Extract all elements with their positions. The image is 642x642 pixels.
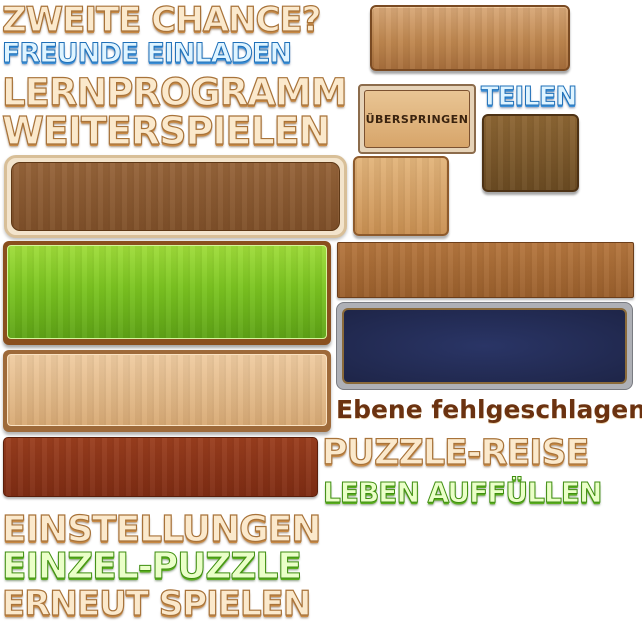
wood-strip [337,242,634,298]
wood-square-dark [482,114,579,192]
label-continue-playing: WEITERSPIELEN [1,109,331,153]
green-wood-panel-inner [7,245,327,339]
wood-panel-light [370,5,570,71]
label-level-failed: Ebene fehlgeschlagen [336,395,642,424]
label-single-puzzle: EINZEL-PUZZLE [1,546,302,587]
beige-wood-panel-inner [7,354,327,426]
cherry-wood-bar [3,437,318,497]
skip-button-label: ÜBERSPRINGEN [364,90,470,148]
green-wood-panel [3,241,331,345]
navy-felt-panel [336,302,633,390]
label-invite-friends: FREUNDE EINLADEN [1,38,292,69]
beige-wood-panel [3,350,331,432]
wood-square-light [353,156,449,236]
label-refill-lives: LEBEN AUFFÜLLEN [322,476,602,509]
label-tutorial: LERNPROGRAMM [1,71,348,114]
label-play-again: ERNEUT SPIELEN [1,584,312,624]
wood-bar-wide [4,155,347,238]
label-puzzle-journey: PUZZLE-REISE [321,433,590,473]
navy-felt-panel-inner [342,308,627,384]
wood-bar-wide-inner [11,162,340,231]
label-second-chance: ZWEITE CHANCE? [1,0,322,40]
label-settings: EINSTELLUNGEN [1,509,322,550]
skip-button[interactable]: ÜBERSPRINGEN [358,84,476,154]
label-share: TEILEN [480,82,577,112]
